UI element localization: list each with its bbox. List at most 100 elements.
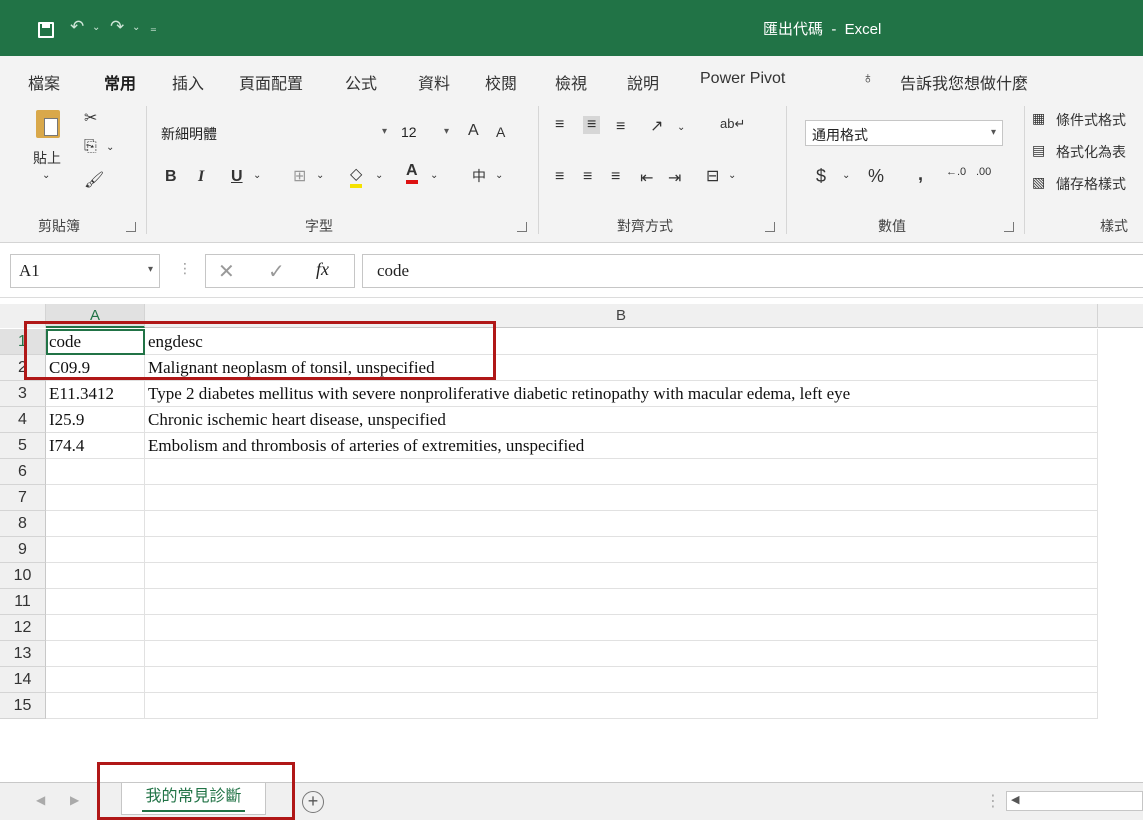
conditional-formatting-icon[interactable]: ▦ bbox=[1032, 110, 1045, 127]
underline-dropdown-icon[interactable]: ⌄ bbox=[253, 170, 261, 181]
align-center-icon[interactable]: ≡ bbox=[583, 168, 592, 186]
tell-me-search[interactable]: 告訴我您想做什麼 bbox=[900, 70, 1028, 94]
row-header[interactable]: 8 bbox=[0, 511, 46, 537]
cell-b[interactable]: Type 2 diabetes mellitus with severe non… bbox=[145, 381, 1098, 407]
cell-a[interactable] bbox=[46, 667, 145, 693]
format-as-table-button[interactable]: 格式化為表 bbox=[1056, 142, 1126, 162]
phonetic-dropdown-icon[interactable]: ⌄ bbox=[495, 170, 503, 181]
bold-button[interactable]: B bbox=[165, 168, 177, 186]
cell-a[interactable] bbox=[46, 641, 145, 667]
cell-b[interactable]: Chronic ischemic heart disease, unspecif… bbox=[145, 407, 1098, 433]
increase-indent-icon[interactable]: ⇥ bbox=[668, 168, 681, 188]
cell-styles-button[interactable]: 儲存格樣式 bbox=[1056, 174, 1126, 194]
row-header[interactable]: 12 bbox=[0, 615, 46, 641]
merge-center-icon[interactable]: ⊟ bbox=[706, 166, 719, 186]
tab-formulas[interactable]: 公式 bbox=[345, 70, 377, 94]
font-name-dropdown-icon[interactable]: ▾ bbox=[382, 126, 387, 137]
tab-review[interactable]: 校閱 bbox=[485, 70, 517, 94]
wrap-text-icon[interactable]: ab↵ bbox=[720, 116, 745, 132]
paste-dropdown-icon[interactable]: ⌄ bbox=[42, 170, 50, 181]
row-header[interactable]: 15 bbox=[0, 693, 46, 719]
tab-view[interactable]: 檢視 bbox=[555, 70, 587, 94]
decrease-decimal-icon[interactable]: .00 bbox=[976, 166, 991, 178]
formula-bar-handle-icon[interactable]: ⋮ bbox=[178, 260, 192, 277]
shrink-font-icon[interactable]: A bbox=[496, 124, 505, 140]
undo-dropdown-icon[interactable]: ⌄ bbox=[92, 22, 100, 33]
copy-dropdown-icon[interactable]: ⌄ bbox=[106, 142, 114, 153]
orientation-icon[interactable]: ↗ bbox=[650, 116, 663, 136]
align-top-icon[interactable]: ≡ bbox=[555, 116, 564, 134]
row-header[interactable]: 5 bbox=[0, 433, 46, 459]
tab-file[interactable]: 檔案 bbox=[28, 70, 60, 94]
scroll-right-icon[interactable]: ▶ bbox=[70, 793, 79, 807]
row-header[interactable]: 7 bbox=[0, 485, 46, 511]
cell-a[interactable] bbox=[46, 485, 145, 511]
font-color-dropdown-icon[interactable]: ⌄ bbox=[430, 170, 438, 181]
underline-button[interactable]: U bbox=[231, 168, 243, 186]
copy-icon[interactable]: ⎘ bbox=[84, 138, 97, 156]
borders-dropdown-icon[interactable]: ⌄ bbox=[316, 170, 324, 181]
cell-a[interactable] bbox=[46, 615, 145, 641]
cell-a[interactable] bbox=[46, 537, 145, 563]
comma-button[interactable]: , bbox=[918, 164, 923, 185]
name-box-dropdown-icon[interactable]: ▾ bbox=[148, 264, 153, 275]
number-launcher-icon[interactable] bbox=[1004, 222, 1014, 232]
decrease-indent-icon[interactable]: ⇤ bbox=[640, 168, 653, 188]
clipboard-launcher-icon[interactable] bbox=[126, 222, 136, 232]
cut-icon[interactable]: ✂ bbox=[84, 108, 97, 128]
number-format-box[interactable]: 通用格式 ▾ bbox=[805, 120, 1003, 146]
cell-a[interactable] bbox=[46, 589, 145, 615]
cell-a[interactable] bbox=[46, 459, 145, 485]
percent-button[interactable]: % bbox=[868, 166, 884, 187]
align-middle-icon[interactable]: ≡ bbox=[583, 116, 601, 134]
row-header[interactable]: 3 bbox=[0, 381, 46, 407]
cell-b[interactable] bbox=[145, 563, 1098, 589]
cell-b[interactable] bbox=[145, 485, 1098, 511]
tab-help[interactable]: 說明 bbox=[627, 70, 659, 94]
fill-color-dropdown-icon[interactable]: ⌄ bbox=[375, 170, 383, 181]
orientation-dropdown-icon[interactable]: ⌄ bbox=[677, 122, 685, 133]
currency-dropdown-icon[interactable]: ⌄ bbox=[842, 170, 850, 181]
row-header[interactable]: 11 bbox=[0, 589, 46, 615]
undo-icon[interactable]: ↶ bbox=[70, 17, 84, 37]
row-header[interactable]: 10 bbox=[0, 563, 46, 589]
name-box[interactable]: A1 ▾ bbox=[10, 254, 160, 288]
lightbulb-icon[interactable]: ♁ bbox=[862, 70, 874, 88]
redo-icon[interactable]: ↷ bbox=[110, 17, 124, 37]
cancel-icon[interactable]: ✕ bbox=[218, 259, 235, 284]
cell-a[interactable] bbox=[46, 563, 145, 589]
row-header[interactable]: 6 bbox=[0, 459, 46, 485]
fill-color-icon[interactable]: ◇ bbox=[350, 164, 363, 188]
italic-button[interactable]: I bbox=[198, 168, 204, 186]
paste-label[interactable]: 貼上 bbox=[33, 148, 61, 168]
increase-decimal-icon[interactable]: ←.0 bbox=[946, 166, 966, 178]
cell-b[interactable] bbox=[145, 537, 1098, 563]
cell-a[interactable] bbox=[46, 693, 145, 719]
redo-dropdown-icon[interactable]: ⌄ bbox=[132, 22, 140, 33]
align-right-icon[interactable]: ≡ bbox=[611, 168, 620, 186]
row-header[interactable]: 14 bbox=[0, 667, 46, 693]
tab-home[interactable]: 常用 bbox=[104, 70, 137, 104]
grow-font-icon[interactable]: A bbox=[468, 122, 479, 140]
cell-b[interactable] bbox=[145, 615, 1098, 641]
row-header[interactable]: 4 bbox=[0, 407, 46, 433]
font-name-box[interactable]: 新細明體 ▾ bbox=[155, 120, 393, 146]
currency-button[interactable]: $ bbox=[816, 166, 826, 187]
row-header[interactable]: 13 bbox=[0, 641, 46, 667]
cell-a[interactable]: I25.9 bbox=[46, 407, 145, 433]
formula-input[interactable]: code bbox=[362, 254, 1143, 288]
format-painter-icon[interactable]: 🖌 bbox=[84, 170, 104, 190]
add-sheet-icon[interactable]: + bbox=[302, 791, 324, 813]
borders-icon[interactable]: ⊞ bbox=[293, 166, 306, 186]
save-icon[interactable] bbox=[38, 22, 54, 38]
cell-a[interactable] bbox=[46, 511, 145, 537]
merge-dropdown-icon[interactable]: ⌄ bbox=[728, 170, 736, 181]
font-size-dropdown-icon[interactable]: ▾ bbox=[444, 126, 449, 137]
tab-split-handle-icon[interactable]: ⋮ bbox=[985, 791, 1001, 811]
cell-styles-icon[interactable]: ▧ bbox=[1032, 174, 1045, 191]
tab-insert[interactable]: 插入 bbox=[172, 70, 204, 94]
cell-b[interactable] bbox=[145, 511, 1098, 537]
format-as-table-icon[interactable]: ▤ bbox=[1032, 142, 1045, 159]
tab-data[interactable]: 資料 bbox=[418, 70, 450, 94]
horizontal-scrollbar[interactable]: ◀ bbox=[1006, 791, 1143, 811]
